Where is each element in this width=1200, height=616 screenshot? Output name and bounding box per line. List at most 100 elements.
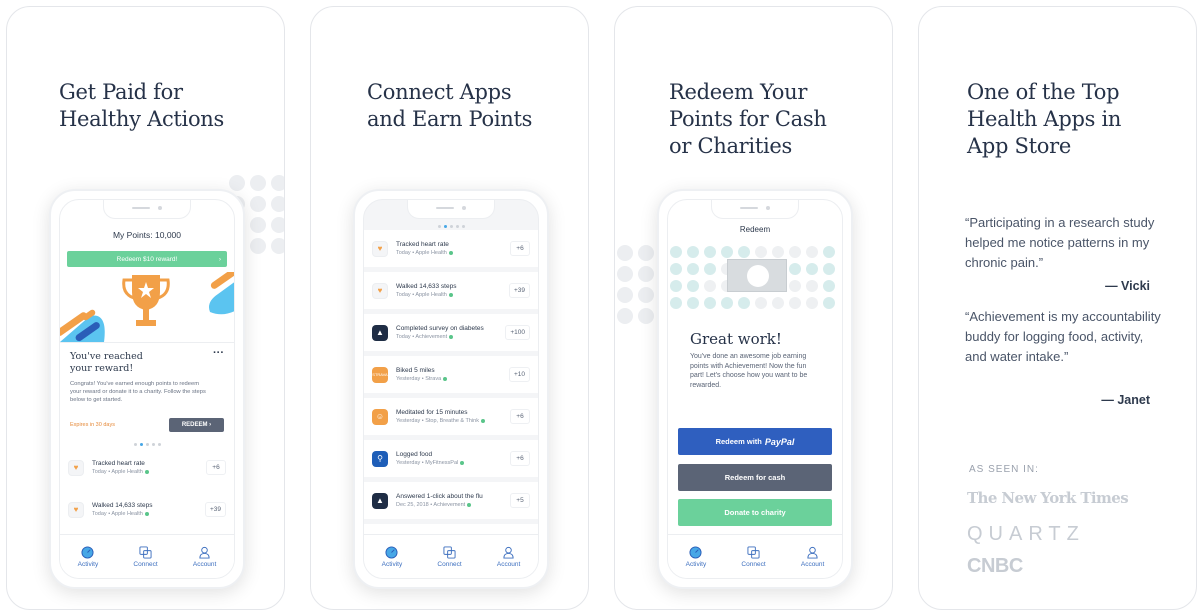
activity-icon <box>689 545 702 559</box>
phone-screen: ♥ Tracked heart rate Today • Apple Health… <box>363 199 539 579</box>
tab-account[interactable]: Account <box>192 546 217 568</box>
headline: Connect Apps and Earn Points <box>367 80 533 131</box>
feed-item[interactable]: ▲ Completed survey on diabetes Today • Ac… <box>364 314 538 351</box>
feed-subtitle: Today • Apple Health <box>92 510 205 518</box>
redeem-cash-button[interactable]: Redeem for cash <box>678 464 832 491</box>
tab-label: Account <box>800 560 825 568</box>
panel-top-health-apps: One of the Top Health Apps in App Store … <box>918 6 1197 610</box>
tab-label: Activity <box>381 560 403 568</box>
points-badge: +6 <box>510 241 530 256</box>
feed-title: Completed survey on diabetes <box>396 325 484 332</box>
feed-subtitle: Yesterday • MyFitnessPal <box>396 459 510 467</box>
tab-account[interactable]: Account <box>497 546 520 568</box>
status-dot <box>480 418 485 423</box>
redeem-reward-banner[interactable]: Redeem $10 reward! › <box>67 251 227 267</box>
status-dot <box>460 460 465 465</box>
achievement-icon: ▲ <box>372 492 388 509</box>
feed-title: Biked 5 miles <box>396 367 435 374</box>
points-badge: +5 <box>510 493 530 508</box>
phone-mockup: Redeem Great work! You've done an awesom… <box>657 189 853 589</box>
meditation-icon: ☺ <box>372 408 388 425</box>
tab-activity[interactable]: Activity <box>77 545 99 568</box>
feed-title: Tracked heart rate <box>92 460 145 467</box>
trophy-illustration <box>60 272 234 342</box>
reward-card: You've reached your reward! ··· Congrats… <box>60 342 234 438</box>
points-label: My Points: 10,000 <box>112 230 182 240</box>
feed-item[interactable]: ☺ Meditated for 15 minutes Yesterday • St… <box>364 398 538 435</box>
nyt-logo: The New York Times <box>967 489 1129 507</box>
points-badge: +6 <box>206 460 226 475</box>
connect-icon <box>747 545 760 559</box>
phone-mockup: ♥ Tracked heart rate Today • Apple Health… <box>353 189 549 589</box>
points-badge: +6 <box>510 451 530 466</box>
paypal-prefix-label: Redeem with <box>715 437 762 446</box>
feed-subtitle: Yesterday • Strava <box>396 375 509 383</box>
feed-subtitle: Yesterday • Stop, Breathe & Think <box>396 417 510 425</box>
cnbc-logo: CNBC <box>967 555 1023 577</box>
tab-bar: Activity Connect Account <box>364 534 538 578</box>
great-work-body: You've done an awesome job earning point… <box>690 353 808 389</box>
tab-label: Account <box>192 560 217 568</box>
headline: Get Paid for Healthy Actions <box>59 80 225 131</box>
phone-notch <box>103 200 191 219</box>
achievement-icon: ▲ <box>372 324 388 341</box>
testimonial-quote: “Achievement is my accountability buddy … <box>965 309 1161 364</box>
feed-item[interactable]: ⚲ Logged food Yesterday • MyFitnessPal +6 <box>364 440 538 477</box>
feed-item[interactable]: ♥ Tracked heart rate Today • Apple Health… <box>364 230 538 267</box>
page-indicator <box>60 440 234 449</box>
phone-screen: Redeem Great work! You've done an awesom… <box>667 199 843 579</box>
donate-charity-button[interactable]: Donate to charity <box>678 499 832 526</box>
account-icon <box>807 546 818 559</box>
panel-connect-apps: Connect Apps and Earn Points ♥ Tracked h… <box>310 6 589 610</box>
phone-notch <box>407 200 495 219</box>
panel-get-paid: Get Paid for Healthy Actions My Points: … <box>6 6 285 610</box>
points-badge: +6 <box>510 409 530 424</box>
cash-bill-icon <box>727 259 787 292</box>
account-icon <box>503 546 514 559</box>
feed-subtitle: Today • Achievement <box>396 333 505 341</box>
tab-connect[interactable]: Connect <box>437 545 462 568</box>
activity-icon <box>81 545 94 559</box>
status-dot <box>144 511 149 516</box>
feed-title: Logged food <box>396 451 433 458</box>
points-badge: +39 <box>204 502 226 517</box>
redeem-paypal-button[interactable]: Redeem with PayPal <box>678 428 832 455</box>
feed-title: Answered 1-click about the flu <box>396 493 483 500</box>
phone-notch <box>711 200 799 219</box>
feed-title: Tracked heart rate <box>396 241 449 248</box>
great-work-title: Great work! <box>690 330 782 348</box>
feed-item[interactable]: ♥ Tracked heart rate Today • Apple Health… <box>60 449 234 486</box>
myfitnesspal-icon: ⚲ <box>372 450 388 467</box>
feed-item[interactable]: ♥ Walked 14,633 steps Today • Apple Healt… <box>60 491 234 528</box>
status-dot <box>448 250 453 255</box>
phone-screen: My Points: 10,000 Redeem $10 reward! › Y… <box>59 199 235 579</box>
tab-label: Activity <box>77 560 99 568</box>
redeem-button[interactable]: REDEEM › <box>169 418 224 432</box>
more-options-icon[interactable]: ··· <box>213 347 224 359</box>
testimonial-author: — Vicki <box>1105 279 1150 293</box>
tab-connect[interactable]: Connect <box>741 545 766 568</box>
tab-activity[interactable]: Activity <box>686 545 706 568</box>
feed-item[interactable]: ▲ Answered 1-click about the flu Dec 25, … <box>364 482 538 519</box>
tab-activity[interactable]: Activity <box>381 545 403 568</box>
feed-item[interactable]: STRAVA Biked 5 miles Yesterday • Strava +… <box>364 356 538 393</box>
dot-pattern-illustration <box>668 244 842 312</box>
feed-subtitle: Today • Apple Health <box>396 249 510 257</box>
feed-title: Meditated for 15 minutes <box>396 409 468 416</box>
redeem-button-label: REDEEM <box>181 422 208 428</box>
tab-label: Connect <box>437 560 462 568</box>
points-badge: +39 <box>508 283 530 298</box>
feed-title: Walked 14,633 steps <box>396 283 457 290</box>
headline: Redeem Your Points for Cash or Charities <box>669 80 827 158</box>
feed-item[interactable]: ♥ Walked 14,633 steps Today • Apple Healt… <box>364 272 538 309</box>
status-dot <box>443 376 448 381</box>
testimonial-author: — Janet <box>1101 393 1150 407</box>
reward-body: Congrats! You've earned enough points to… <box>70 381 206 403</box>
tab-label: Connect <box>133 560 158 568</box>
tab-connect[interactable]: Connect <box>133 545 158 568</box>
tab-account[interactable]: Account <box>800 546 825 568</box>
tab-bar: Activity Connect Account <box>668 534 842 578</box>
activity-feed: ♥ Tracked heart rate Today • Apple Health… <box>364 230 538 578</box>
quartz-logo: QUARTZ <box>967 523 1085 545</box>
heart-icon: ♥ <box>372 240 388 257</box>
